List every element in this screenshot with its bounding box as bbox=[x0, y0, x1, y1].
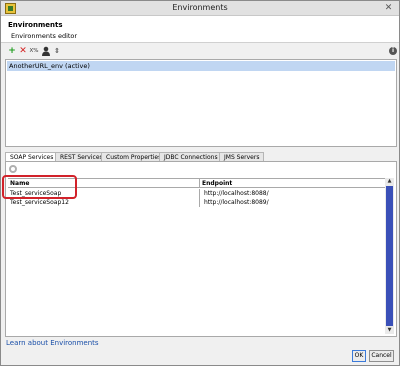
column-header-endpoint[interactable]: Endpoint bbox=[200, 179, 386, 188]
service-endpoint-cell[interactable]: http://localhost:8089/ bbox=[202, 198, 386, 207]
dialog-header: Environments Environments editor bbox=[1, 16, 399, 43]
gear-icon[interactable] bbox=[9, 165, 17, 173]
service-name-cell[interactable]: Test_serviceSoap12 bbox=[8, 198, 200, 207]
column-header-name[interactable]: Name bbox=[8, 179, 200, 188]
header-title: Environments bbox=[8, 21, 63, 29]
info-icon[interactable]: i bbox=[389, 47, 397, 55]
table-header: Name Endpoint bbox=[8, 179, 386, 188]
header-subtitle: Environments editor bbox=[11, 32, 78, 40]
table-row[interactable]: Test_serviceSoap12 http://localhost:8089… bbox=[8, 198, 386, 207]
person-icon[interactable] bbox=[41, 46, 51, 57]
title-bar: Environments ✕ bbox=[1, 1, 399, 16]
vertical-scrollbar[interactable]: ▲ ▼ bbox=[385, 178, 394, 334]
dialog-footer: OK Cancel bbox=[1, 348, 399, 366]
delete-x-icon[interactable]: ✕ bbox=[18, 46, 28, 57]
environments-toolbar: + ✕ X% ⇕ i bbox=[5, 46, 397, 58]
rename-icon[interactable]: X% bbox=[29, 46, 39, 57]
scroll-down-icon[interactable]: ▼ bbox=[385, 327, 394, 334]
sort-arrows-icon[interactable]: ⇕ bbox=[52, 46, 62, 57]
ok-button[interactable]: OK bbox=[352, 350, 366, 362]
service-name-cell[interactable]: Test_serviceSoap bbox=[8, 189, 200, 198]
table-row[interactable]: Test_serviceSoap http://localhost:8088/ bbox=[8, 189, 386, 198]
environment-list[interactable]: AnotherURL_env (active) bbox=[5, 59, 397, 147]
learn-about-environments-link[interactable]: Learn about Environments bbox=[6, 339, 99, 347]
scroll-thumb[interactable] bbox=[386, 186, 393, 326]
cancel-button[interactable]: Cancel bbox=[369, 350, 394, 362]
window-title: Environments bbox=[172, 3, 228, 12]
scroll-up-icon[interactable]: ▲ bbox=[385, 178, 394, 185]
close-icon[interactable]: ✕ bbox=[382, 3, 395, 14]
plus-icon[interactable]: + bbox=[7, 46, 17, 57]
panel-toolbar bbox=[8, 165, 18, 174]
environments-dialog: Environments ✕ Environments Environments… bbox=[0, 0, 400, 366]
services-table: Name Endpoint Test_serviceSoap http://lo… bbox=[8, 178, 386, 336]
environment-item[interactable]: AnotherURL_env (active) bbox=[7, 61, 395, 71]
service-endpoint-cell[interactable]: http://localhost:8088/ bbox=[202, 189, 386, 198]
soap-services-panel: Name Endpoint Test_serviceSoap http://lo… bbox=[5, 161, 397, 337]
